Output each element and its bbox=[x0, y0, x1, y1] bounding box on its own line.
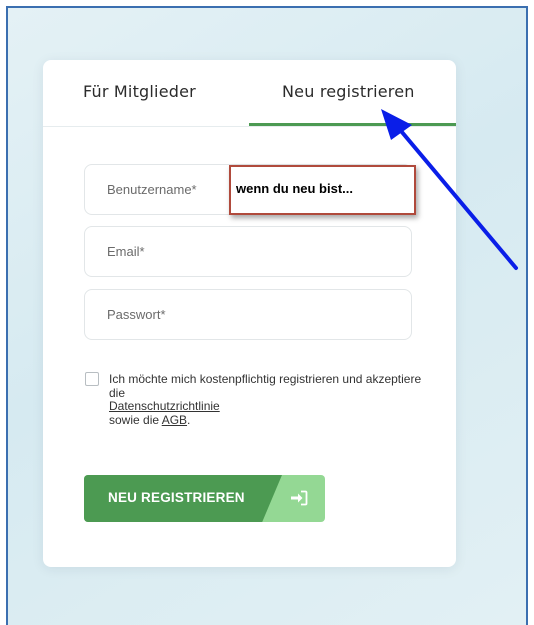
email-field[interactable] bbox=[84, 226, 412, 277]
register-button-label: NEU REGISTRIEREN bbox=[108, 490, 245, 505]
privacy-policy-link[interactable]: Datenschutzrichtlinie bbox=[109, 399, 220, 413]
active-tab-indicator bbox=[249, 123, 456, 126]
tab-register[interactable]: Neu registrieren bbox=[282, 82, 415, 101]
terms-link[interactable]: AGB bbox=[162, 413, 187, 427]
consent-text-before: Ich möchte mich kostenpflichtig registri… bbox=[109, 372, 422, 400]
consent-checkbox[interactable] bbox=[85, 372, 99, 386]
consent-text-mid: sowie die bbox=[109, 412, 160, 427]
annotation-text: wenn du neu bist... bbox=[236, 181, 353, 196]
tab-members[interactable]: Für Mitglieder bbox=[83, 82, 196, 101]
consent-text: Ich möchte mich kostenpflichtig registri… bbox=[109, 372, 424, 427]
password-field[interactable] bbox=[84, 289, 412, 340]
register-button-main: NEU REGISTRIEREN bbox=[84, 475, 282, 522]
password-input[interactable] bbox=[85, 290, 411, 339]
auth-card: Für Mitglieder Neu registrieren Ich möch… bbox=[43, 60, 456, 567]
register-button[interactable]: NEU REGISTRIEREN bbox=[84, 475, 325, 522]
email-input[interactable] bbox=[85, 227, 411, 276]
sign-in-icon bbox=[291, 490, 308, 506]
tab-bar: Für Mitglieder Neu registrieren bbox=[43, 60, 456, 127]
annotation-callout: wenn du neu bist... bbox=[229, 165, 416, 215]
consent-text-end: . bbox=[187, 412, 191, 427]
